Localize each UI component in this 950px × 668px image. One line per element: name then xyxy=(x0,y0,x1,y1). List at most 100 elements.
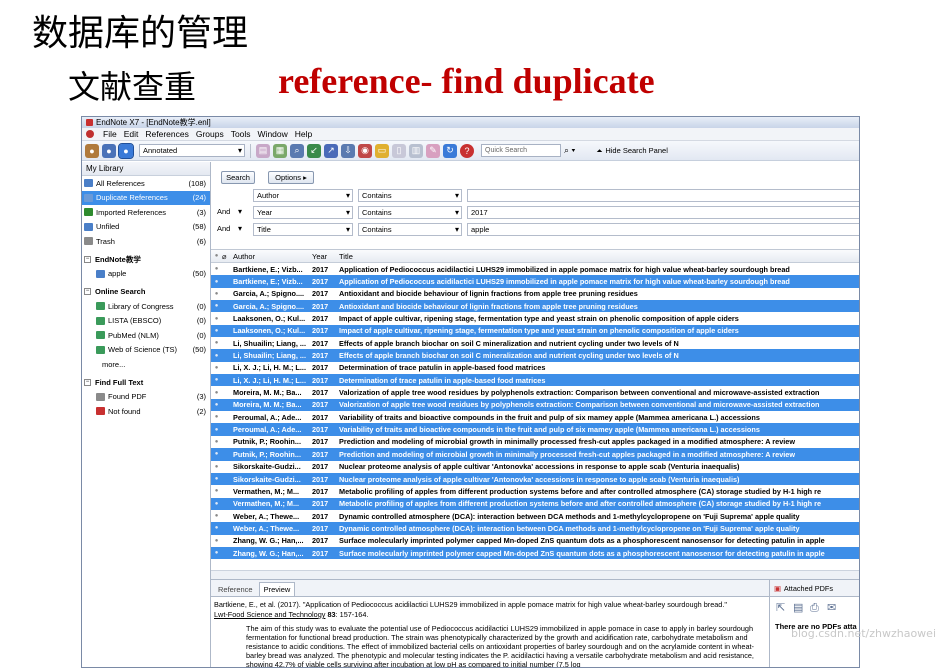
library-mode-icon[interactable]: ● xyxy=(85,143,99,158)
table-row[interactable]: ● Laaksonen, O.; Kul... 2017 Impact of appl… xyxy=(211,324,859,338)
tab-attached-pdfs[interactable]: ▣ Attached PDFs xyxy=(770,580,859,597)
quick-search-input[interactable]: Quick Search xyxy=(481,144,561,157)
table-row[interactable]: ● Moreira, M. M.; Ba... 2017 Valorization o… xyxy=(211,398,859,412)
table-row[interactable]: ● Vermathen, M.; M... 2017 Metabolic profil… xyxy=(211,497,859,510)
table-row[interactable]: ● Li, X. J.; Li, H. M.; L... 2017 Determina… xyxy=(211,374,859,387)
group-set-header[interactable]: − EndNote教学 xyxy=(82,252,210,267)
menu-tools[interactable]: Tools xyxy=(231,129,251,139)
print-icon[interactable]: ⎙ xyxy=(810,603,821,614)
table-row[interactable]: ● Li, Shuailin; Liang, ... 2017 Effects of … xyxy=(211,349,859,362)
menu-references[interactable]: References xyxy=(145,129,188,139)
import-icon[interactable]: ↙ xyxy=(307,143,321,158)
sidebar-item-library-of-congress[interactable]: Library of Congress (0) xyxy=(82,299,210,314)
open-link-icon[interactable]: ◉ xyxy=(358,143,372,158)
online-mode-icon[interactable]: ● xyxy=(102,143,116,158)
table-row[interactable]: ● Peroumal, A.; Ade... 2017 Variability of … xyxy=(211,423,859,436)
output-style-select[interactable]: Annotated xyxy=(139,144,245,157)
found-pdf-icon xyxy=(96,392,105,401)
horizontal-scrollbar[interactable] xyxy=(211,570,859,579)
search-value-input[interactable] xyxy=(467,189,859,202)
table-row[interactable]: ● Putnik, P.; Roohin... 2017 Prediction and… xyxy=(211,436,859,448)
search-button[interactable]: Search xyxy=(221,171,255,184)
sidebar-item-web-of-science-ts-[interactable]: Web of Science (TS) (50) xyxy=(82,343,210,358)
my-library-header[interactable]: My Library xyxy=(82,162,210,176)
table-row[interactable]: ● Li, X. J.; Li, H. M.; L... 2017 Determina… xyxy=(211,362,859,374)
collapse-icon[interactable]: − xyxy=(84,288,91,295)
table-row[interactable]: ● Zhang, W. G.; Han,... 2017 Surface molecu… xyxy=(211,535,859,547)
annotate-icon[interactable]: ✎ xyxy=(426,143,440,158)
sync-icon[interactable]: ↻ xyxy=(443,143,457,158)
sidebar-item-duplicate-references[interactable]: Duplicate References (24) xyxy=(82,190,210,205)
sidebar-item-pubmed-nlm-[interactable]: PubMed (NLM) (0) xyxy=(82,328,210,343)
menu-help[interactable]: Help xyxy=(295,129,312,139)
insert-citation-icon[interactable]: ▤ xyxy=(256,143,270,158)
help-icon[interactable]: ? xyxy=(460,143,474,158)
search-operator-select[interactable]: Contains xyxy=(358,206,462,219)
search-icon[interactable]: ⌕ ▾ xyxy=(564,145,575,156)
table-row[interactable]: ● Sikorskaite-Gudzi... 2017 Nuclear proteom… xyxy=(211,461,859,473)
table-row[interactable]: ● Sikorskaite-Gudzi... 2017 Nuclear proteom… xyxy=(211,472,859,486)
read-status-icon: ● xyxy=(214,513,219,520)
table-row[interactable]: ● Bartkiene, E.; Vizb... 2017 Application o… xyxy=(211,275,859,288)
table-row[interactable]: ● Zhang, W. G.; Han,... 2017 Surface molecu… xyxy=(211,546,859,560)
table-row[interactable]: ● Weber, A.; Thewe... 2017 Dynamic controll… xyxy=(211,522,859,535)
tab-preview[interactable]: Preview xyxy=(258,582,296,596)
table-row[interactable]: ● Garcia, A.; Spigno.... 2017 Antioxidant a… xyxy=(211,300,859,313)
table-row[interactable]: ● Bartkiene, E.; Vizb... 2017 Application o… xyxy=(211,263,859,275)
save-icon[interactable]: ▤ xyxy=(793,603,804,614)
table-row[interactable]: ● Peroumal, A.; Ade... 2017 Variability of … xyxy=(211,411,859,423)
search-field-select[interactable]: Title xyxy=(253,223,353,236)
table-row[interactable]: ● Vermathen, M.; M... 2017 Metabolic profil… xyxy=(211,485,859,497)
search-value-input[interactable]: apple xyxy=(467,223,859,236)
sidebar-item-lista-ebsco-[interactable]: LISTA (EBSCO) (0) xyxy=(82,314,210,329)
year-column-header[interactable]: Year xyxy=(312,252,339,261)
search-value-input[interactable]: 2017 xyxy=(467,206,859,219)
new-reference-icon[interactable]: ▯ xyxy=(392,143,406,158)
title-cell: Metabolic profiling of apples from diffe… xyxy=(339,499,822,509)
menu-window[interactable]: Window xyxy=(258,129,288,139)
table-row[interactable]: ● Putnik, P.; Roohin... 2017 Prediction and… xyxy=(211,448,859,461)
edit-reference-icon[interactable]: ▥ xyxy=(409,143,423,158)
options-button[interactable]: Options ▸ xyxy=(268,171,314,184)
search-boolean-select[interactable]: And xyxy=(214,206,244,219)
email-icon[interactable]: ✉ xyxy=(827,603,838,614)
sidebar-item-more-[interactable]: more... xyxy=(82,357,210,372)
export-icon[interactable]: ↗ xyxy=(324,143,338,158)
collapse-icon[interactable]: − xyxy=(84,378,91,386)
online-search-icon[interactable]: ⌕ xyxy=(290,143,304,158)
menu-file[interactable]: File xyxy=(103,129,117,139)
sidebar-item-not-found[interactable]: Not found (2) xyxy=(82,404,210,419)
format-bibliography-icon[interactable]: ▦ xyxy=(273,143,287,158)
sidebar-item-trash[interactable]: Trash (6) xyxy=(82,234,210,249)
sidebar-item-imported-references[interactable]: Imported References (3) xyxy=(82,205,210,220)
table-row[interactable]: ● Moreira, M. M.; Ba... 2017 Valorization o… xyxy=(211,386,859,398)
tab-reference[interactable]: Reference xyxy=(214,583,257,596)
find-full-text-icon[interactable]: ⇩ xyxy=(341,143,355,158)
sidebar-item-found-pdf[interactable]: Found PDF (3) xyxy=(82,390,210,405)
collapse-icon[interactable]: − xyxy=(84,255,91,263)
search-boolean-select[interactable]: And xyxy=(214,223,244,236)
open-file-icon[interactable]: ▭ xyxy=(375,143,389,158)
sidebar-item-all-references[interactable]: All References (108) xyxy=(82,176,210,191)
search-operator-select[interactable]: Contains xyxy=(358,189,462,202)
table-row[interactable]: ● Li, Shuailin; Liang, ... 2017 Effects of … xyxy=(211,337,859,349)
menu-groups[interactable]: Groups xyxy=(196,129,224,139)
group-set-header[interactable]: − Find Full Text xyxy=(82,375,210,390)
table-row[interactable]: ● Laaksonen, O.; Kul... 2017 Impact of appl… xyxy=(211,312,859,324)
menu-edit[interactable]: Edit xyxy=(124,129,139,139)
table-row[interactable]: ● Weber, A.; Thewe... 2017 Dynamic controll… xyxy=(211,510,859,522)
search-operator-select[interactable]: Contains xyxy=(358,223,462,236)
hide-search-panel-button[interactable]: ⏶ Hide Search Panel xyxy=(596,146,668,156)
search-field-select[interactable]: Year xyxy=(253,206,353,219)
open-external-icon[interactable]: ⇱ xyxy=(776,603,787,614)
search-field-select[interactable]: Author xyxy=(253,189,353,202)
sidebar-item-unfiled[interactable]: Unfiled (58) xyxy=(82,220,210,235)
table-row[interactable]: ● Garcia, A.; Spigno.... 2017 Antioxidant a… xyxy=(211,288,859,300)
endnote-menu-icon[interactable] xyxy=(86,130,94,138)
year-cell: 2017 xyxy=(312,523,329,533)
group-set-header[interactable]: − Online Search xyxy=(82,284,210,299)
title-column-header[interactable]: Title xyxy=(339,252,859,261)
sidebar-item-apple[interactable]: apple (50) xyxy=(82,267,210,282)
integrated-mode-icon[interactable]: ● xyxy=(118,142,134,159)
author-column-header[interactable]: Author xyxy=(233,252,312,261)
